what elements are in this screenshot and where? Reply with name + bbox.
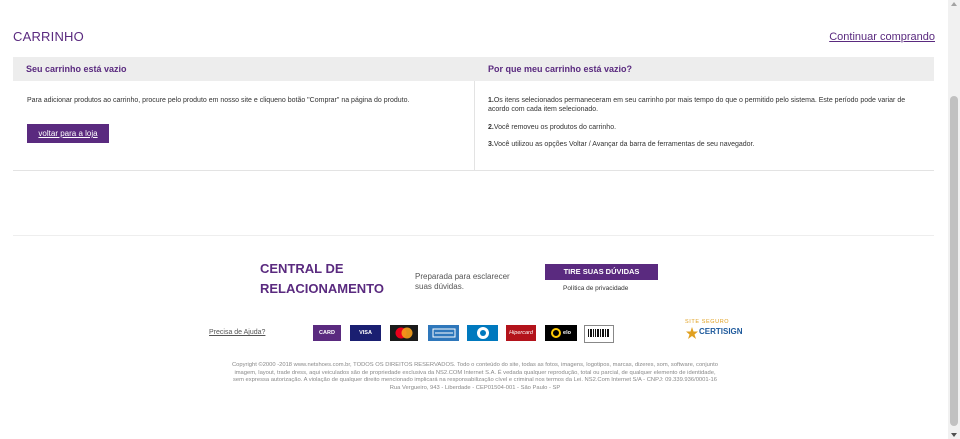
cart-bottom-divider: [13, 170, 934, 171]
visa-icon: VISA: [350, 325, 381, 341]
vertical-scrollbar[interactable]: [948, 0, 960, 439]
card-icon: CARD: [313, 325, 341, 341]
why-empty-heading: Por que meu carrinho está vazio?: [488, 64, 633, 74]
mastercard-icon: [390, 325, 418, 341]
boleto-icon: [584, 325, 614, 343]
site-seguro-badge: SITE SEGURO CERTISIGN: [685, 319, 743, 339]
empty-cart-instructions: Para adicionar produtos ao carrinho, pro…: [27, 97, 410, 104]
empty-cart-heading: Seu carrinho está vazio: [26, 64, 127, 74]
scroll-down-icon[interactable]: [951, 433, 957, 437]
faq-button[interactable]: TIRE SUAS DÚVIDAS: [545, 264, 658, 280]
privacy-policy-link[interactable]: Política de privacidade: [563, 285, 628, 292]
hipercard-icon: Hipercard: [506, 325, 536, 341]
central-relacionamento-title: CENTRAL DE RELACIONAMENTO: [260, 261, 384, 296]
column-divider: [474, 81, 475, 170]
reason-item: 3.Você utilizou as opções Voltar / Avanç…: [488, 141, 755, 148]
page-title: CARRINHO: [13, 29, 84, 44]
elo-icon: elo: [545, 325, 577, 341]
reason-item: 2.Você removeu os produtos do carrinho.: [488, 124, 617, 131]
back-to-store-button[interactable]: voltar para a loja: [27, 124, 109, 143]
support-description: Preparada para esclarecer suas dúvidas.: [415, 272, 510, 291]
continue-shopping-link[interactable]: Continuar comprando: [829, 31, 935, 43]
certisign-star-icon: [686, 327, 698, 339]
footer-divider: [13, 235, 934, 236]
scroll-up-icon[interactable]: [951, 2, 957, 6]
help-link[interactable]: Precisa de Ajuda?: [209, 329, 265, 336]
scrollbar-thumb[interactable]: [950, 96, 958, 426]
diners-icon: [467, 325, 498, 341]
copyright-text: Copyright ©2000 -2018 www.netshoes.com.b…: [232, 362, 718, 391]
reason-item: 1.Os itens selecionados permaneceram em …: [488, 97, 906, 113]
cart-header: Seu carrinho está vazio Por que meu carr…: [13, 57, 934, 81]
amex-icon: [428, 325, 459, 341]
